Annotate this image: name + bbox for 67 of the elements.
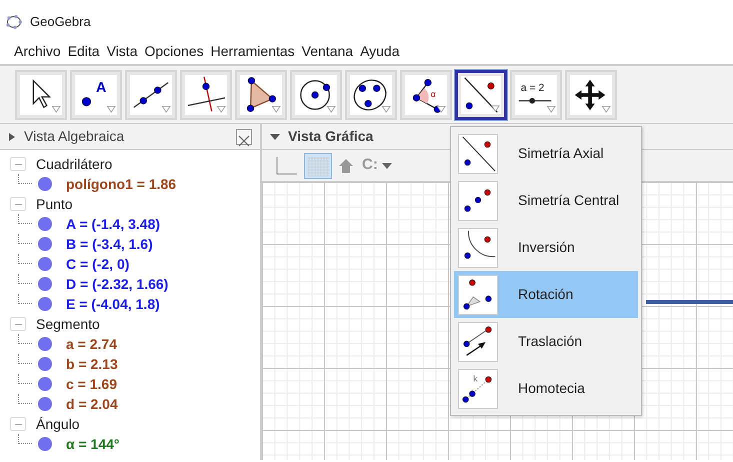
tool-menu-item[interactable]: Simetría Axial (454, 130, 638, 177)
circle-inversion-icon (458, 228, 498, 268)
caret-icon (382, 162, 392, 168)
collapse-arrow-icon[interactable] (8, 132, 16, 142)
circle-tool-icon (295, 75, 337, 115)
collapse-toggle[interactable] (10, 317, 26, 331)
group-label: Ángulo (36, 414, 80, 434)
line-tool-icon (130, 75, 172, 115)
object-value[interactable]: A = (-1.4, 3.48) (66, 214, 160, 234)
visibility-toggle[interactable] (38, 377, 52, 391)
visibility-toggle[interactable] (38, 257, 52, 271)
tool-menu-item[interactable]: Rotación (454, 271, 638, 318)
dilation-icon: k (458, 368, 498, 408)
move-tool-icon (20, 75, 62, 115)
home-icon (338, 158, 354, 174)
visibility-toggle[interactable] (38, 217, 52, 231)
object-value[interactable]: B = (-3.4, 1.6) (66, 234, 153, 254)
conic-tool-icon (350, 75, 392, 115)
tool-menu-item[interactable]: Simetría Central (454, 177, 638, 224)
reflect-point-icon (458, 180, 498, 220)
tool-menu-item[interactable]: k Homotecia (454, 365, 638, 412)
object-value[interactable]: b = 2.13 (66, 354, 118, 374)
visibility-toggle[interactable] (38, 357, 52, 371)
collapse-toggle[interactable] (10, 197, 26, 211)
group-label: Cuadrilátero (36, 154, 112, 174)
window-title: GeoGebra (30, 13, 91, 32)
visibility-toggle[interactable] (38, 277, 52, 291)
object-value[interactable]: d = 2.04 (66, 394, 118, 414)
panel-title: Vista Gráfica (288, 127, 374, 146)
grid-toggle[interactable] (304, 152, 332, 178)
tool-menu-item[interactable]: Inversión (454, 224, 638, 271)
menu-item[interactable]: Vista (106, 40, 138, 62)
menu-item[interactable]: Opciones (144, 40, 204, 62)
visibility-toggle[interactable] (38, 237, 52, 251)
menu-item[interactable]: Herramientas (210, 40, 295, 62)
object-value[interactable]: C = (-2, 0) (66, 254, 130, 274)
polygon-tool-icon (240, 75, 282, 115)
object-value[interactable]: a = 2.74 (66, 334, 117, 354)
panel-title: Vista Algebraica (24, 127, 126, 146)
object-value[interactable]: α = 144° (66, 434, 120, 454)
collapse-arrow-icon[interactable] (270, 132, 280, 140)
object-value[interactable]: E = (-4.04, 1.8) (66, 294, 160, 314)
collapse-toggle[interactable] (10, 417, 26, 431)
menu-item[interactable]: Ventana (302, 40, 354, 62)
tool-button[interactable] (455, 70, 507, 120)
object-value[interactable]: c = 1.69 (66, 374, 117, 394)
perpendicular-tool-icon (185, 75, 227, 115)
visibility-toggle[interactable] (38, 397, 52, 411)
visibility-toggle[interactable] (38, 437, 52, 451)
group-label: Segmento (36, 314, 100, 334)
reflect-tool-icon (461, 76, 501, 114)
app-logo-icon (6, 15, 22, 29)
visibility-toggle[interactable] (38, 297, 52, 311)
group-label: Punto (36, 194, 73, 214)
object-value[interactable]: polígono1 = 1.86 (66, 174, 176, 194)
menu-item[interactable]: Edita (68, 40, 100, 62)
tool-menu-item[interactable]: Traslación (454, 318, 638, 365)
collapse-toggle[interactable] (10, 157, 26, 171)
visibility-toggle[interactable] (38, 337, 52, 351)
close-button[interactable] (236, 128, 252, 144)
rotate-icon (458, 274, 498, 314)
close-icon (237, 134, 251, 148)
visibility-toggle[interactable] (38, 177, 52, 191)
object-value[interactable]: D = (-2.32, 1.66) (66, 274, 168, 294)
menu-item[interactable]: Ayuda (360, 40, 400, 62)
menu-item[interactable]: Archivo (14, 40, 61, 62)
move-view-tool-icon (570, 75, 612, 115)
